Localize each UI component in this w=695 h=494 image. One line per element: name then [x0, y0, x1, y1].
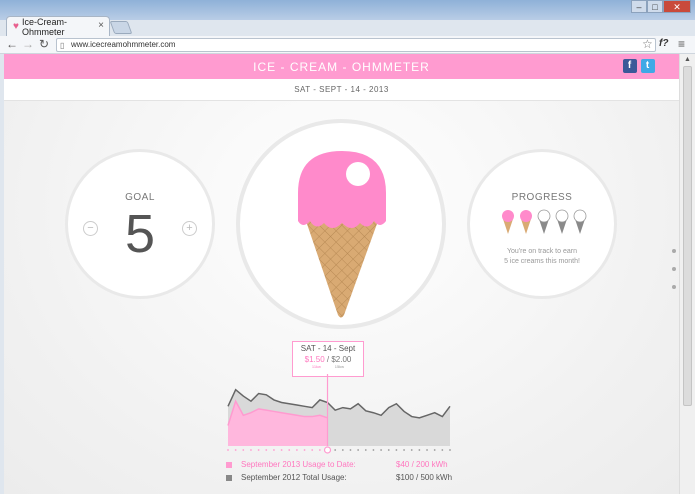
social-links: f t — [623, 59, 655, 73]
extension-button[interactable]: f? — [659, 38, 668, 49]
usage-chart[interactable] — [222, 374, 456, 454]
chart-legend: September 2013 Usage to Date: $40 / 200 … — [226, 458, 452, 484]
tooltip-values: $1.50 / $2.00 — [293, 355, 363, 364]
empty-cone-icon — [537, 209, 551, 234]
day-tick[interactable] — [364, 449, 367, 451]
day-tick[interactable] — [234, 449, 237, 451]
back-arrow-icon[interactable]: ← — [6, 38, 18, 51]
day-tick[interactable] — [273, 449, 275, 451]
day-tick[interactable] — [387, 449, 390, 451]
legend-row-2013: September 2013 Usage to Date: $40 / 200 … — [226, 458, 452, 471]
day-tick[interactable] — [441, 449, 444, 451]
day-tick[interactable] — [303, 449, 306, 451]
site-header: ICE - CREAM - OHMMETER f t — [4, 54, 679, 79]
tooltip-previous-sub: 15kw — [334, 364, 345, 369]
day-tick[interactable] — [395, 449, 398, 451]
facebook-icon[interactable]: f — [623, 59, 637, 73]
browser-tab[interactable]: ♥ Ice-Cream-Ohmmeter × — [6, 16, 110, 37]
legend-value: $40 / 200 kWh — [396, 460, 448, 469]
chart-tooltip: SAT - 14 - Sept $1.50 / $2.00 11kw 15kw — [292, 341, 364, 377]
nav-dot[interactable] — [672, 267, 676, 271]
day-tick[interactable] — [311, 449, 314, 451]
legend-swatch-grey — [226, 474, 232, 481]
date-bar: SAT - SEPT - 14 - 2013 — [4, 79, 679, 101]
earned-cone-icon — [520, 210, 532, 234]
goal-increase-button[interactable]: + — [182, 221, 197, 236]
ice-cream-circle — [236, 119, 446, 329]
tooltip-previous: $2.00 — [331, 355, 352, 364]
day-tick[interactable] — [349, 449, 352, 451]
ice-cream-cone-icon — [298, 151, 386, 318]
forward-arrow-icon[interactable]: → — [22, 38, 34, 51]
tooltip-current-sub: 11kw — [311, 364, 321, 369]
progress-message-line1: You're on track to earn — [507, 248, 577, 255]
goal-decrease-button[interactable]: − — [83, 221, 98, 236]
browser-toolbar: ← → ↻ ▯ www.icecreamohmmeter.com ☆ f? ≡ — [0, 36, 695, 54]
day-tick[interactable] — [372, 449, 375, 451]
maximize-icon[interactable]: □ — [647, 0, 663, 13]
day-tick[interactable] — [433, 449, 436, 451]
day-tick[interactable] — [403, 449, 405, 451]
site-title: ICE - CREAM - OHMMETER — [253, 59, 430, 74]
menu-icon[interactable]: ≡ — [678, 37, 685, 51]
day-tick[interactable] — [318, 449, 321, 451]
day-tick[interactable] — [449, 449, 451, 451]
earned-cone-icon — [502, 210, 514, 234]
legend-label: September 2012 Total Usage: — [241, 473, 347, 482]
legend-label: September 2013 Usage to Date: — [241, 460, 356, 469]
reload-icon[interactable]: ↻ — [39, 38, 49, 51]
tab-title: Ice-Cream-Ohmmeter — [21, 16, 67, 37]
tab-close-icon[interactable]: × — [98, 20, 104, 31]
tooltip-current: $1.50 — [304, 355, 325, 364]
tooltip-date: SAT - 14 - Sept — [300, 344, 356, 353]
day-tick[interactable] — [380, 449, 383, 451]
empty-cone-icon — [555, 209, 569, 234]
address-bar[interactable]: ▯ www.icecreamohmmeter.com — [56, 38, 656, 52]
progress-label: PROGRESS — [511, 192, 573, 203]
date-marker-handle[interactable] — [323, 446, 332, 454]
day-tick[interactable] — [288, 449, 291, 451]
day-tick[interactable] — [280, 449, 283, 451]
nav-dot[interactable] — [672, 285, 676, 289]
day-tick[interactable] — [426, 449, 428, 451]
day-tick[interactable] — [341, 449, 344, 451]
scroll-up-icon[interactable]: ▲ — [684, 56, 691, 63]
day-tick[interactable] — [227, 449, 229, 451]
legend-value: $100 / 500 kWh — [396, 473, 453, 482]
goal-label: GOAL — [125, 192, 155, 203]
legend-swatch-pink — [226, 461, 232, 468]
day-tick[interactable] — [357, 449, 360, 451]
progress-message: You're on track to earn 5 ice creams thi… — [470, 247, 614, 267]
twitter-icon[interactable]: t — [641, 59, 655, 73]
page-icon: ▯ — [60, 41, 65, 50]
url-text: www.icecreamohmmeter.com — [71, 40, 176, 49]
close-window-icon[interactable]: ✕ — [663, 0, 691, 13]
progress-cones — [500, 209, 588, 235]
scroll-thumb[interactable] — [683, 66, 692, 406]
day-tick[interactable] — [250, 449, 252, 451]
cone-favicon-icon: ♥ — [13, 21, 19, 32]
day-tick[interactable] — [410, 449, 413, 451]
day-tick[interactable] — [265, 449, 268, 451]
new-tab-button[interactable] — [109, 21, 133, 34]
minimize-icon[interactable]: – — [631, 0, 647, 13]
tooltip-sub: 11kw 15kw — [293, 364, 363, 369]
day-tick[interactable] — [418, 449, 421, 451]
day-tick[interactable] — [334, 449, 337, 451]
bookmark-star-icon[interactable]: ☆ — [642, 38, 653, 51]
day-tick[interactable] — [257, 449, 260, 451]
page-content: ICE - CREAM - OHMMETER f t SAT - SEPT - … — [4, 54, 679, 494]
progress-message-line2: 5 ice creams this month! — [504, 258, 580, 265]
empty-cone-icon — [573, 209, 587, 234]
window-controls: – □ ✕ — [631, 0, 691, 13]
progress-circle: PROGRESS You're on track to earn 5 ice c… — [467, 149, 617, 299]
page-scrollbar[interactable]: ▲ — [679, 54, 695, 494]
goal-circle: GOAL 5 − + — [65, 149, 215, 299]
nav-dot[interactable] — [672, 249, 676, 253]
legend-row-2012: September 2012 Total Usage: $100 / 500 k… — [226, 471, 452, 484]
day-tick[interactable] — [242, 449, 245, 451]
page-nav-dots — [672, 249, 676, 289]
day-tick[interactable] — [295, 449, 298, 451]
